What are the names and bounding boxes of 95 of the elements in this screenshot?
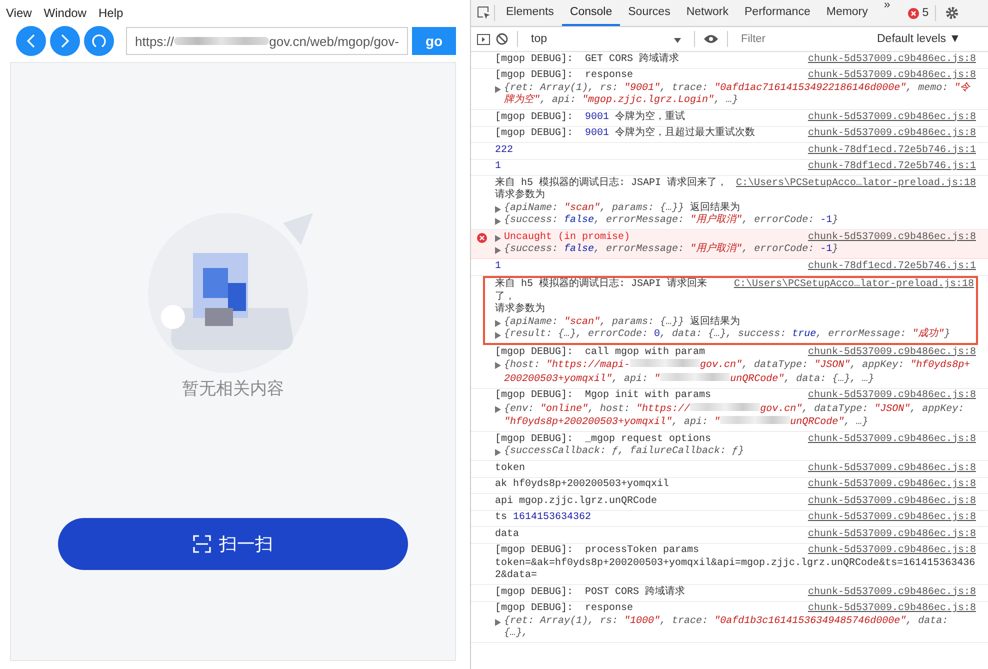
log-message: token	[495, 462, 526, 475]
log-message: [mgop DEBUG]: GET CORS 跨域请求	[495, 54, 680, 66]
source-link[interactable]: chunk-5d537009.c9b486ec.js:8	[808, 479, 976, 492]
chevron-right-icon	[59, 34, 71, 48]
source-link[interactable]: C:\Users\PCSetupAcco…lator-preload.js:18	[736, 178, 976, 190]
source-link[interactable]: chunk-5d537009.c9b486ec.js:8	[808, 545, 976, 558]
expand-triangle-icon[interactable]	[495, 618, 501, 626]
log-message: 来自 h5 模拟器的调试日志: JSAPI 请求回来了，	[495, 279, 708, 302]
dropdown-triangle-icon	[674, 38, 681, 43]
log-message: [mgop DEBUG]: POST CORS 跨域请求	[495, 586, 686, 599]
chevron-left-icon	[25, 34, 37, 48]
source-link[interactable]: chunk-5d537009.c9b486ec.js:8	[808, 528, 976, 541]
source-link[interactable]: chunk-5d537009.c9b486ec.js:8	[808, 346, 976, 359]
log-message: [mgop DEBUG]: 9001 令牌为空，重试	[495, 112, 686, 124]
source-link[interactable]: chunk-78df1ecd.72e5b746.js:1	[808, 161, 976, 174]
back-button[interactable]	[16, 26, 46, 56]
more-tabs-button[interactable]: »	[876, 0, 898, 27]
source-link[interactable]: chunk-5d537009.c9b486ec.js:8	[808, 70, 976, 82]
log-message: 请求参数为	[495, 190, 545, 202]
expand-triangle-icon[interactable]	[495, 234, 501, 242]
log-message: 1	[495, 260, 502, 273]
log-message: [mgop DEBUG]: processToken params	[495, 545, 700, 558]
reload-icon	[91, 33, 107, 49]
expand-triangle-icon[interactable]	[495, 247, 501, 254]
source-link[interactable]: chunk-5d537009.c9b486ec.js:8	[808, 128, 976, 140]
menu-item[interactable]: Help	[98, 6, 124, 20]
log-message: [mgop DEBUG]: Mgop init with params	[495, 390, 712, 402]
scan-icon	[193, 535, 211, 553]
log-message: data	[495, 528, 520, 541]
expand-triangle-icon[interactable]	[495, 86, 501, 92]
expand-triangle-icon[interactable]	[495, 218, 501, 225]
log-message: [mgop DEBUG]: _mgop request options	[495, 434, 712, 446]
log-message: ts 1614153634362	[495, 512, 592, 524]
expand-triangle-icon[interactable]	[495, 332, 501, 339]
devtools-tab[interactable]: Network	[678, 0, 737, 26]
context-selector[interactable]: top	[527, 33, 685, 45]
log-message: [mgop DEBUG]: call mgop with param	[495, 346, 706, 359]
log-message: Uncaught (in promise)	[504, 232, 630, 244]
log-message: 请求参数为	[495, 304, 545, 316]
log-message: api mgop.zjjc.lgrz.unQRCode	[495, 496, 658, 508]
devtools-tab[interactable]: Console	[562, 0, 620, 26]
source-link[interactable]: chunk-78df1ecd.72e5b746.js:1	[808, 260, 976, 273]
error-count[interactable]: 5	[922, 7, 929, 19]
inspect-icon[interactable]	[477, 6, 491, 20]
log-message: [mgop DEBUG]: response	[495, 603, 634, 616]
devtools-tab[interactable]: Sources	[620, 0, 678, 26]
log-message: {apiName: "scan", params: {…}} 返回结果为	[504, 316, 740, 328]
expand-triangle-icon[interactable]	[495, 362, 501, 369]
log-message: 1	[495, 161, 502, 174]
source-link[interactable]: C:\Users\PCSetupAcco…lator-preload.js:18	[734, 279, 974, 304]
devtools-tab[interactable]: Memory	[818, 0, 876, 26]
expand-triangle-icon[interactable]	[495, 320, 501, 326]
source-link[interactable]: chunk-5d537009.c9b486ec.js:8	[808, 462, 976, 475]
source-link[interactable]: chunk-5d537009.c9b486ec.js:8	[808, 54, 976, 66]
eye-icon[interactable]	[704, 34, 718, 44]
log-message: 来自 h5 模拟器的调试日志: JSAPI 请求回来了，	[495, 178, 728, 188]
log-message: {result: {…}, errorCode: 0, data: {…}, success: true, errorMessage: "成功"}	[504, 329, 950, 342]
sidebar-toggle-icon[interactable]	[477, 34, 490, 44]
scan-button[interactable]: 扫一扫	[58, 518, 408, 570]
levels-dropdown[interactable]: Default levels ▼	[877, 33, 961, 45]
log-message: {ret: Array(1), rs: "9001", trace: "0afd1ac716141534922186146d000e", memo: "令牌为空", api: "mgop.zjjc.lgrz.Login", …}	[504, 82, 972, 108]
menu-item[interactable]: Window	[44, 6, 86, 20]
log-message: [mgop DEBUG]: response	[495, 70, 634, 82]
forward-button[interactable]	[50, 26, 80, 56]
source-link[interactable]: chunk-5d537009.c9b486ec.js:8	[808, 512, 976, 524]
log-message: {success: false, errorMessage: "用户取消", errorCode: -1}	[504, 215, 838, 228]
log-message: [mgop DEBUG]: 9001 令牌为空，且超过最大重试次数	[495, 128, 756, 140]
log-message: ak hf0yds8p+200200503+yomqxil	[495, 479, 670, 492]
error-icon	[908, 8, 920, 18]
log-message: {ret: Array(1), rs: "1000", trace: "0afd1b3c16141536349485746d000e", data: {…},	[504, 616, 950, 640]
source-link[interactable]: chunk-5d537009.c9b486ec.js:8	[808, 232, 976, 244]
expand-triangle-icon[interactable]	[495, 206, 501, 212]
log-message: 222	[495, 144, 514, 157]
devtools-tab[interactable]: Performance	[736, 0, 818, 26]
address-field[interactable]: https:// gov.cn/web/mgop/gov-	[126, 27, 408, 55]
log-message: token=&ak=hf0yds8p+200200503+yomqxil&api=mgop.zjjc.lgrz.unQRCode&ts=1614153634362&data=	[495, 558, 976, 582]
source-link[interactable]: chunk-78df1ecd.72e5b746.js:1	[808, 144, 976, 157]
reload-button[interactable]	[84, 26, 114, 56]
empty-state-text: 暂无相关内容	[182, 378, 284, 400]
settings-icon[interactable]	[944, 6, 959, 20]
source-link[interactable]: chunk-5d537009.c9b486ec.js:8	[808, 434, 976, 446]
source-link[interactable]: chunk-5d537009.c9b486ec.js:8	[808, 586, 976, 599]
log-message: {successCallback: ƒ, failureCallback: ƒ}	[504, 446, 744, 458]
source-link[interactable]: chunk-5d537009.c9b486ec.js:8	[808, 112, 976, 124]
source-link[interactable]: chunk-5d537009.c9b486ec.js:8	[808, 603, 976, 616]
menu-item[interactable]: View	[6, 6, 32, 20]
log-message: {success: false, errorMessage: "用户取消", errorCode: -1}	[504, 244, 838, 256]
expand-triangle-icon[interactable]	[495, 449, 501, 456]
log-message: {apiName: "scan", params: {…}} 返回结果为	[504, 202, 740, 214]
source-link[interactable]: chunk-5d537009.c9b486ec.js:8	[808, 496, 976, 508]
error-icon	[477, 233, 487, 243]
devtools-tab[interactable]: Elements	[498, 0, 562, 26]
source-link[interactable]: chunk-5d537009.c9b486ec.js:8	[808, 390, 976, 402]
expand-triangle-icon[interactable]	[495, 406, 501, 412]
clear-console-icon[interactable]	[496, 33, 508, 45]
